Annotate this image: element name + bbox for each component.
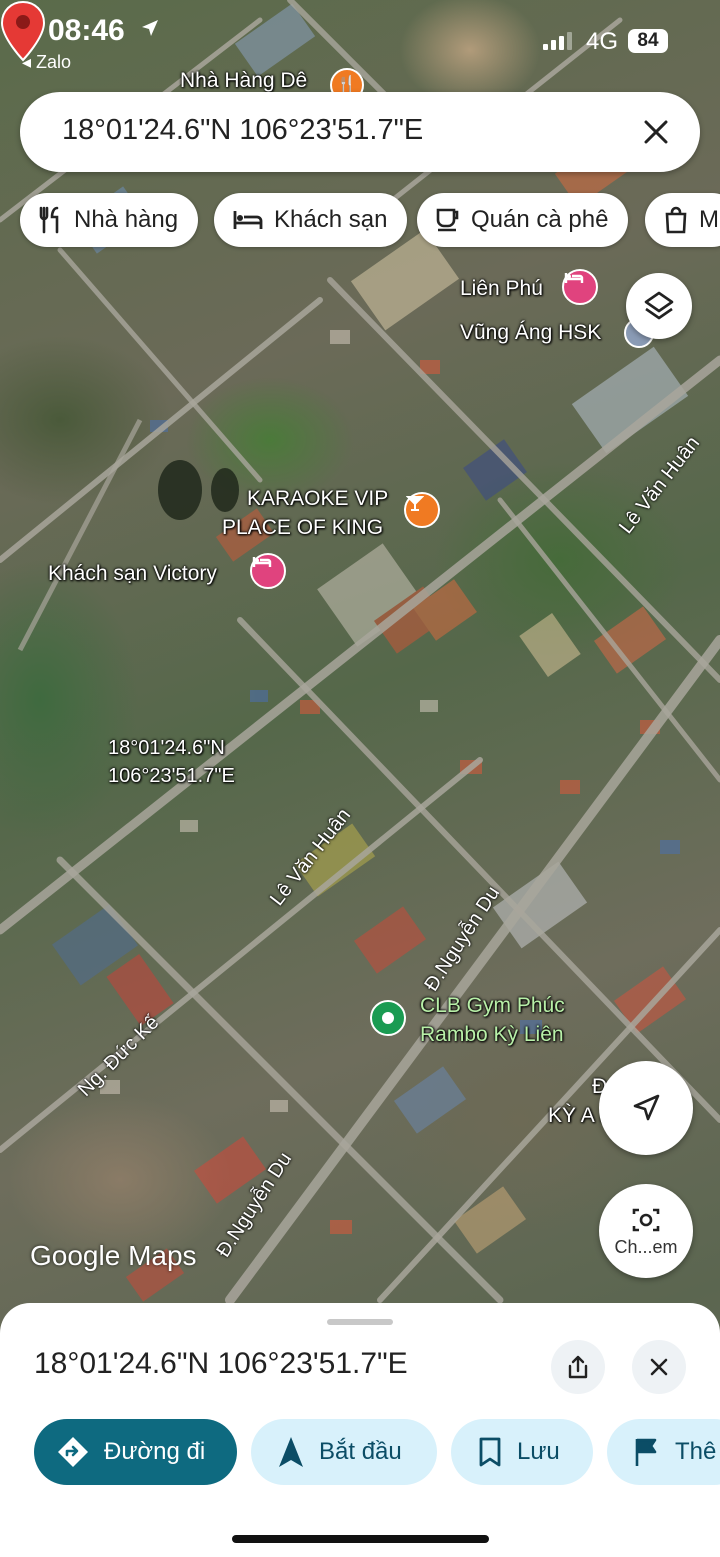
chip-label: M bbox=[699, 206, 719, 233]
network-type: 4G bbox=[586, 28, 619, 55]
poi-label-gym-1[interactable]: CLB Gym Phúc bbox=[420, 993, 565, 1019]
search-bar[interactable]: 18°01'24.6"N 106°23'51.7"E bbox=[20, 92, 700, 172]
hotel-pin-icon[interactable] bbox=[250, 553, 286, 589]
location-arrow-icon bbox=[142, 20, 158, 36]
chip-label: Quán cà phê bbox=[471, 206, 609, 233]
place-bottom-sheet[interactable]: 18°01'24.6"N 106°23'51.7"E Đường đi Bắt … bbox=[0, 1303, 720, 1557]
add-label-button[interactable]: Thê bbox=[607, 1419, 720, 1485]
sheet-drag-handle[interactable] bbox=[327, 1319, 393, 1325]
camera-caption: Ch...em bbox=[614, 1236, 678, 1257]
status-time: 08:46 bbox=[48, 14, 125, 47]
home-indicator bbox=[232, 1535, 489, 1543]
save-button[interactable]: Lưu bbox=[451, 1419, 593, 1485]
lens-camera-button[interactable]: Ch...em bbox=[599, 1184, 693, 1278]
poi-label-gym-2[interactable]: Rambo Kỳ Liên bbox=[420, 1022, 564, 1048]
camera-search-icon bbox=[632, 1208, 660, 1231]
pin-label-latitude: 18°01'24.6"N bbox=[108, 737, 225, 759]
action-label: Thê bbox=[675, 1438, 717, 1465]
poi-label-vung-ang[interactable]: Vũng Áng HSK bbox=[460, 320, 601, 346]
action-label: Đường đi bbox=[104, 1438, 206, 1465]
close-icon bbox=[650, 1358, 668, 1376]
clear-search-icon[interactable] bbox=[636, 112, 676, 152]
navigation-arrow-icon bbox=[279, 1437, 303, 1467]
share-icon bbox=[568, 1355, 588, 1379]
my-location-button[interactable] bbox=[599, 1061, 693, 1155]
google-maps-logo: Google Maps bbox=[30, 1240, 197, 1271]
signal-icon bbox=[543, 32, 572, 50]
hotel-pin-icon[interactable] bbox=[562, 269, 598, 305]
shopping-bag-icon bbox=[665, 206, 687, 234]
chip-label: Nhà hàng bbox=[74, 206, 179, 233]
chip-restaurants[interactable]: Nhà hàng bbox=[20, 193, 199, 247]
back-to-app-link[interactable]: ◂ Zalo bbox=[22, 52, 71, 73]
navigation-arrow-icon bbox=[633, 1094, 660, 1121]
directions-button[interactable]: Đường đi bbox=[34, 1419, 237, 1485]
action-label: Bắt đầu bbox=[319, 1438, 402, 1465]
close-sheet-button[interactable] bbox=[632, 1340, 686, 1394]
coffee-icon bbox=[436, 208, 459, 232]
poi-label-karaoke-1[interactable]: KARAOKE VIP bbox=[247, 486, 388, 512]
flag-icon bbox=[635, 1438, 657, 1466]
place-title: 18°01'24.6"N 106°23'51.7"E bbox=[34, 1347, 408, 1380]
layers-icon bbox=[644, 291, 674, 320]
hotel-icon bbox=[233, 211, 263, 229]
poi-label-lien-phu[interactable]: Liên Phú bbox=[460, 276, 543, 302]
action-label: Lưu bbox=[517, 1438, 560, 1465]
restaurant-icon bbox=[39, 206, 59, 234]
chip-shopping[interactable]: M bbox=[645, 193, 720, 247]
battery-level: 84 bbox=[628, 29, 668, 53]
chip-hotels[interactable]: Khách sạn bbox=[214, 193, 408, 247]
layers-button[interactable] bbox=[626, 273, 692, 339]
chip-label: Khách sạn bbox=[274, 206, 388, 233]
bookmark-icon bbox=[479, 1437, 501, 1467]
share-button[interactable] bbox=[551, 1340, 605, 1394]
pin-label-longitude: 106°23'51.7"E bbox=[108, 765, 235, 787]
poi-label-khach-san-victory[interactable]: Khách sạn Victory bbox=[48, 561, 217, 587]
search-query[interactable]: 18°01'24.6"N 106°23'51.7"E bbox=[62, 114, 423, 147]
start-navigation-button[interactable]: Bắt đầu bbox=[251, 1419, 437, 1485]
chip-coffee[interactable]: Quán cà phê bbox=[417, 193, 629, 247]
poi-label-karaoke-2[interactable]: PLACE OF KING bbox=[222, 515, 383, 541]
bar-pin-icon[interactable] bbox=[404, 492, 440, 528]
status-bar: 08:46 ◂ Zalo 4G 84 bbox=[0, 0, 720, 80]
directions-icon bbox=[58, 1437, 88, 1467]
gym-pin-icon[interactable] bbox=[370, 1000, 406, 1036]
